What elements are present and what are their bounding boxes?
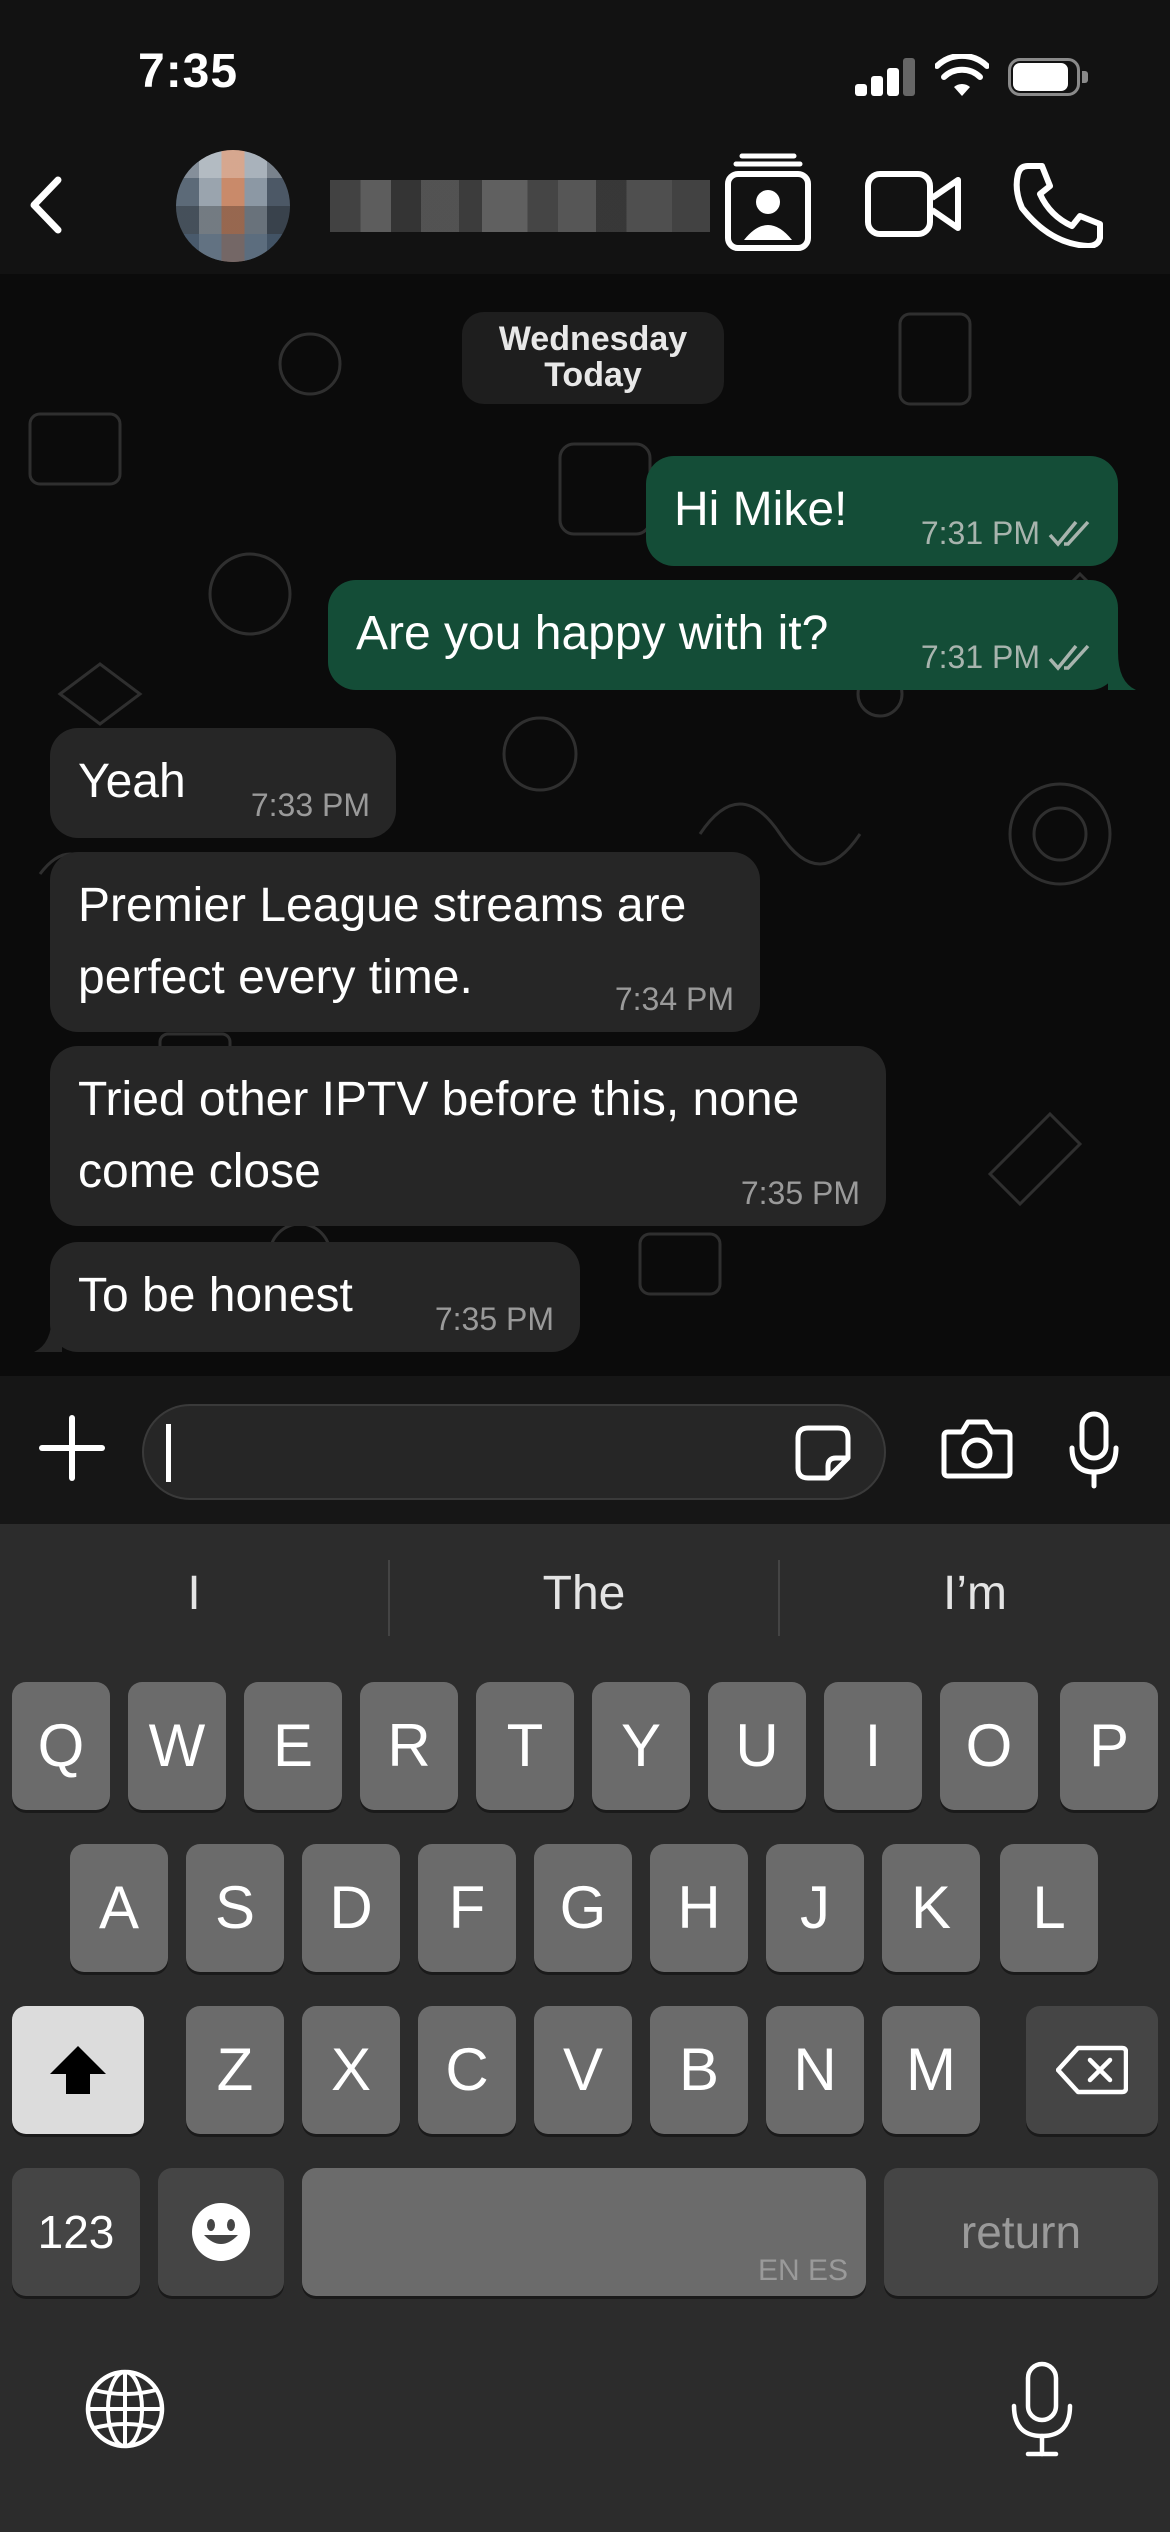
battery-icon: [1008, 58, 1090, 96]
key-w[interactable]: W: [128, 1682, 226, 1810]
date-chip: Wednesday Today: [462, 312, 724, 404]
key-g[interactable]: G: [534, 1844, 632, 1972]
message-text-line: Premier League streams are: [78, 879, 687, 932]
read-double-check-icon: [1048, 644, 1090, 671]
message-time: 7:35 PM: [740, 1175, 860, 1211]
read-double-check-icon: [1048, 520, 1090, 547]
message-meta: 7:35 PM: [435, 1301, 554, 1338]
chat-area[interactable]: Wednesday Today Hi Mike! 7:31 PM Are you…: [0, 274, 1170, 1376]
message-meta: 7:33 PM: [251, 787, 370, 824]
plus-icon[interactable]: [36, 1412, 108, 1484]
message-meta: 7:31 PM: [921, 639, 1092, 676]
message-bubble-incoming[interactable]: Premier League streams are perfect every…: [50, 852, 760, 1032]
message-meta: 7:35 PM: [741, 1175, 860, 1212]
status-time: 7:35: [138, 45, 239, 98]
key-k[interactable]: K: [882, 1844, 980, 1972]
message-bubble-outgoing[interactable]: Hi Mike! 7:31 PM: [646, 456, 1118, 566]
message-bubble-outgoing[interactable]: Are you happy with it? 7:31 PM: [328, 580, 1118, 690]
wifi-icon: [935, 54, 989, 96]
key-n[interactable]: N: [766, 2006, 864, 2134]
suggestion-3[interactable]: I’m: [780, 1566, 1170, 1636]
key-x[interactable]: X: [302, 2006, 400, 2134]
key-b[interactable]: B: [650, 2006, 748, 2134]
key-f[interactable]: F: [418, 1844, 516, 1972]
sticker-icon[interactable]: [794, 1424, 852, 1482]
date-chip-today: Today: [544, 356, 642, 394]
key-d[interactable]: D: [302, 1844, 400, 1972]
key-q[interactable]: Q: [12, 1682, 110, 1810]
message-meta: 7:34 PM: [615, 981, 734, 1018]
blurred-contact-name: [330, 180, 710, 232]
key-e[interactable]: E: [244, 1682, 342, 1810]
emoji-key[interactable]: [158, 2168, 284, 2296]
key-s[interactable]: S: [186, 1844, 284, 1972]
message-text-line: Tried other IPTV before this, none: [78, 1073, 800, 1126]
globe-icon[interactable]: [84, 2368, 166, 2450]
dictation-microphone-icon[interactable]: [1006, 2360, 1078, 2460]
key-r[interactable]: R: [360, 1682, 458, 1810]
key-z[interactable]: Z: [186, 2006, 284, 2134]
message-bubble-incoming[interactable]: To be honest 7:35 PM: [50, 1242, 580, 1352]
text-cursor: [166, 1424, 171, 1482]
key-h[interactable]: H: [650, 1844, 748, 1972]
key-i[interactable]: I: [824, 1682, 922, 1810]
camera-icon[interactable]: [940, 1416, 1014, 1480]
key-t[interactable]: T: [476, 1682, 574, 1810]
date-chip-day: Wednesday: [498, 320, 688, 358]
key-y[interactable]: Y: [592, 1682, 690, 1810]
contact-card-icon[interactable]: [722, 152, 814, 252]
delete-key[interactable]: [1026, 2006, 1158, 2134]
key-p[interactable]: P: [1060, 1682, 1158, 1810]
microphone-icon[interactable]: [1066, 1410, 1122, 1490]
cellular-signal-icon: [855, 58, 915, 96]
message-time: 7:31 PM: [920, 515, 1040, 551]
message-meta: 7:31 PM: [921, 515, 1092, 552]
numbers-key[interactable]: 123: [12, 2168, 140, 2296]
space-language-label: EN ES: [757, 2254, 848, 2287]
key-m[interactable]: M: [882, 2006, 980, 2134]
key-j[interactable]: J: [766, 1844, 864, 1972]
space-key[interactable]: EN ES: [302, 2168, 866, 2296]
backspace-icon: [1056, 2045, 1128, 2095]
avatar[interactable]: [176, 150, 290, 262]
bubble-tail: [34, 1314, 62, 1352]
emoji-icon: [192, 2203, 250, 2261]
key-a[interactable]: A: [70, 1844, 168, 1972]
message-bubble-incoming[interactable]: Yeah 7:33 PM: [50, 728, 396, 838]
chevron-left-icon[interactable]: [22, 172, 72, 238]
key-c[interactable]: C: [418, 2006, 516, 2134]
key-o[interactable]: O: [940, 1682, 1038, 1810]
shift-icon: [50, 2046, 106, 2094]
message-bubble-incoming[interactable]: Tried other IPTV before this, none come …: [50, 1046, 886, 1226]
phone-icon[interactable]: [1010, 160, 1106, 248]
key-v[interactable]: V: [534, 2006, 632, 2134]
message-time: 7:33 PM: [250, 787, 370, 823]
message-time: 7:34 PM: [614, 981, 734, 1017]
return-key[interactable]: return: [884, 2168, 1158, 2296]
suggestion-1[interactable]: I: [0, 1566, 388, 1636]
key-u[interactable]: U: [708, 1682, 806, 1810]
message-time: 7:35 PM: [434, 1301, 554, 1337]
video-call-icon[interactable]: [864, 168, 964, 240]
suggestion-2[interactable]: The: [390, 1566, 778, 1636]
message-input[interactable]: [142, 1404, 886, 1500]
message-time: 7:31 PM: [920, 639, 1040, 675]
key-l[interactable]: L: [1000, 1844, 1098, 1972]
shift-key[interactable]: [12, 2006, 144, 2134]
bubble-tail: [1108, 652, 1136, 690]
